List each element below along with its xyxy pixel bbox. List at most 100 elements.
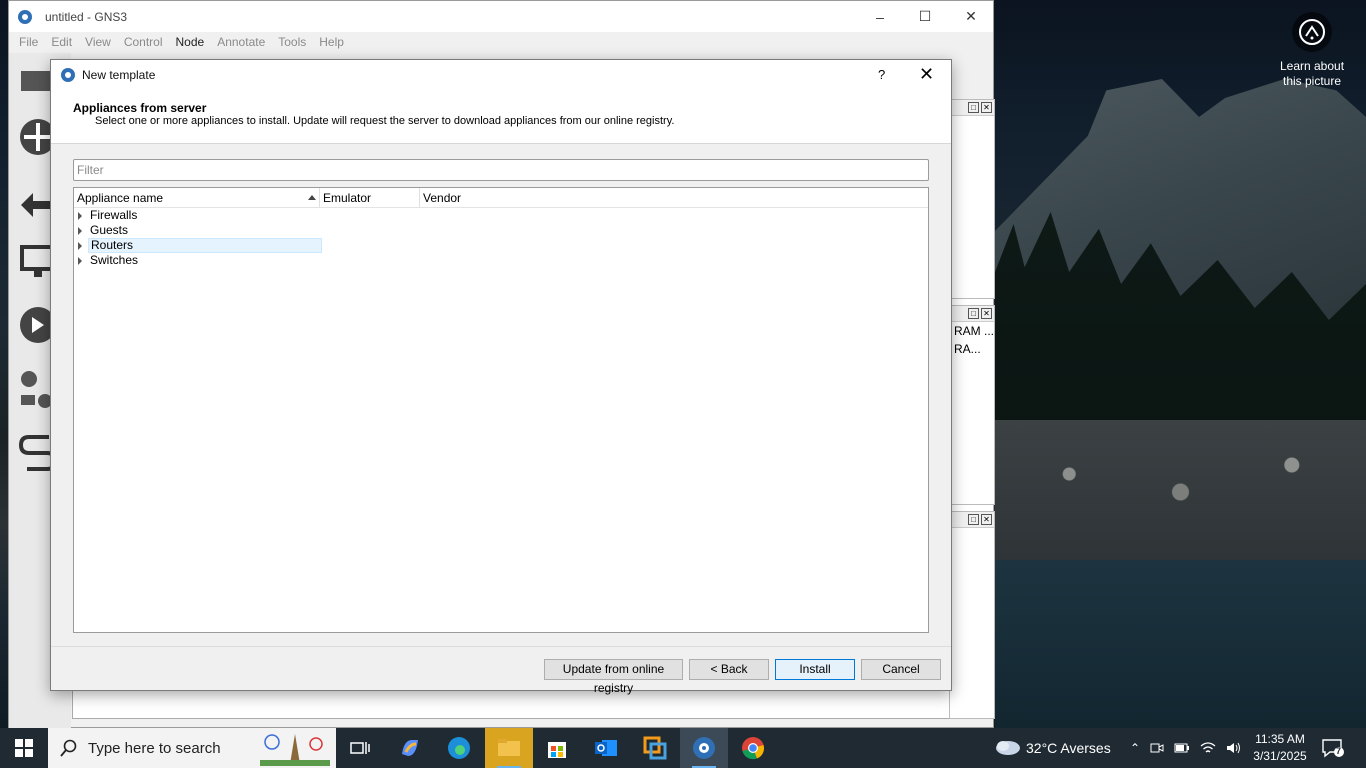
taskbar-outlook[interactable] [582,728,630,768]
update-registry-button[interactable]: Update from online registry [544,659,683,695]
column-label: Emulator [323,191,372,205]
dock-panel-servers: □ ✕ RAM ... RA... [949,305,995,505]
cancel-button[interactable]: Cancel [861,659,941,680]
menu-file[interactable]: File [19,35,38,49]
expand-arrow-icon[interactable] [78,241,82,250]
cloud-rain-icon [996,741,1020,755]
column-header-emulator[interactable]: Emulator [320,188,420,207]
task-view-button[interactable] [336,728,384,768]
volume-icon[interactable] [1226,741,1242,755]
chrome-icon [742,737,764,760]
menu-view[interactable]: View [85,35,111,49]
task-view-icon [350,742,370,754]
store-icon [548,742,566,758]
undock-icon[interactable]: □ [968,308,979,319]
menu-help[interactable]: Help [319,35,344,49]
expand-arrow-icon[interactable] [78,256,82,265]
system-tray: ⌃ [1130,728,1242,768]
dialog-titlebar[interactable]: New template ? ✕ [51,60,951,90]
search-highlight-icon [260,734,330,766]
maximize-button[interactable]: ☐ [902,1,948,32]
gns3-icon [693,737,715,759]
tree-item-label: Firewalls [90,208,138,222]
appliance-tree[interactable]: Appliance name Emulator Vendor Firewalls… [73,187,929,633]
taskbar-gns3[interactable] [680,728,728,768]
close-dock-icon[interactable]: ✕ [981,514,992,525]
menu-annotate[interactable]: Annotate [217,35,265,49]
expand-arrow-icon[interactable] [78,226,82,235]
dock-panel-controls: □ ✕ [950,306,994,322]
close-icon[interactable]: ✕ [919,64,934,85]
close-dock-icon[interactable]: ✕ [981,308,992,319]
windows-logo-icon [15,739,33,757]
weather-widget[interactable]: 32°C Averses [994,728,1111,768]
copilot-icon [402,740,418,756]
expand-arrow-icon[interactable] [78,211,82,220]
edge-icon [448,737,470,759]
learn-about-picture-icon[interactable] [1292,12,1332,52]
tree-item-firewalls[interactable]: Firewalls [74,208,928,223]
column-header-appliance-name[interactable]: Appliance name [74,188,320,207]
column-label: Appliance name [77,191,164,205]
gns3-titlebar[interactable]: untitled - GNS3 – ☐ ✕ [9,1,993,32]
undock-icon[interactable]: □ [968,102,979,113]
new-template-dialog: New template ? ✕ Appliances from server … [50,59,952,695]
clock-date: 3/31/2025 [1253,749,1307,763]
tree-item-routers[interactable]: Routers [74,238,928,253]
column-header-vendor[interactable]: Vendor [420,188,928,207]
install-button[interactable]: Install [775,659,855,680]
show-hidden-icons-chevron-icon[interactable]: ⌃ [1130,741,1140,755]
taskbar-chrome[interactable] [729,728,777,768]
tree-item-label: Switches [90,253,139,267]
start-button[interactable] [0,728,48,768]
dock-panel-controls: □ ✕ [950,100,994,116]
tree-header: Appliance name Emulator Vendor [74,188,928,208]
tree-item-label: Routers [88,238,322,253]
tree-item-switches[interactable]: Switches [74,253,928,268]
wizard-page-title: Appliances from server [73,101,207,115]
learn-about-picture-label[interactable]: Learn about this picture [1272,59,1352,89]
back-button[interactable]: < Back [689,659,769,680]
clock[interactable]: 11:35 AM 3/31/2025 [1250,731,1310,765]
dock-panel-console: □ ✕ [949,511,995,719]
wallpaper-water [995,560,1366,728]
help-button[interactable]: ? [878,67,885,82]
search-placeholder: Type here to search [88,739,221,757]
notification-center-button[interactable]: 7 [1322,738,1344,758]
notification-count: 7 [1336,746,1342,756]
column-label: Vendor [423,191,462,205]
menu-edit[interactable]: Edit [51,35,72,49]
menu-tools[interactable]: Tools [278,35,306,49]
wizard-page-header: Appliances from server Select one or mor… [51,90,951,144]
taskbar-vmware[interactable] [631,728,679,768]
taskbar-edge[interactable] [435,728,483,768]
taskbar-search-box[interactable]: Type here to search [48,728,336,768]
dock-panel-topology: □ ✕ [949,99,995,299]
taskbar-microsoft-store[interactable] [533,728,581,768]
dock-text-line: RA... [954,342,981,356]
sort-ascending-icon [308,195,316,200]
minimize-button[interactable]: – [857,1,903,32]
close-dock-icon[interactable]: ✕ [981,102,992,113]
undock-icon[interactable]: □ [968,514,979,525]
taskbar-file-explorer[interactable] [485,728,533,768]
dock-panel-controls: □ ✕ [950,512,994,528]
tree-item-guests[interactable]: Guests [74,223,928,238]
dock-text-line: RAM ... [954,324,994,338]
outlook-icon [595,740,617,756]
meet-now-icon[interactable] [1150,741,1164,755]
footer-divider [51,646,951,647]
taskbar-copilot[interactable] [386,728,434,768]
tree-item-label: Guests [90,223,129,237]
battery-icon[interactable] [1174,742,1190,754]
filter-input[interactable] [73,159,929,181]
gns3-app-icon [18,9,32,24]
taskbar: Type here to search 32°C Averses ⌃ 11:35… [0,728,1366,768]
weather-text: 32°C Averses [1026,740,1111,756]
menu-control[interactable]: Control [124,35,163,49]
search-icon [60,739,77,757]
vmware-icon [643,736,667,760]
close-window-button[interactable]: ✕ [948,1,994,32]
wifi-icon[interactable] [1200,741,1216,755]
menu-node[interactable]: Node [176,35,205,49]
